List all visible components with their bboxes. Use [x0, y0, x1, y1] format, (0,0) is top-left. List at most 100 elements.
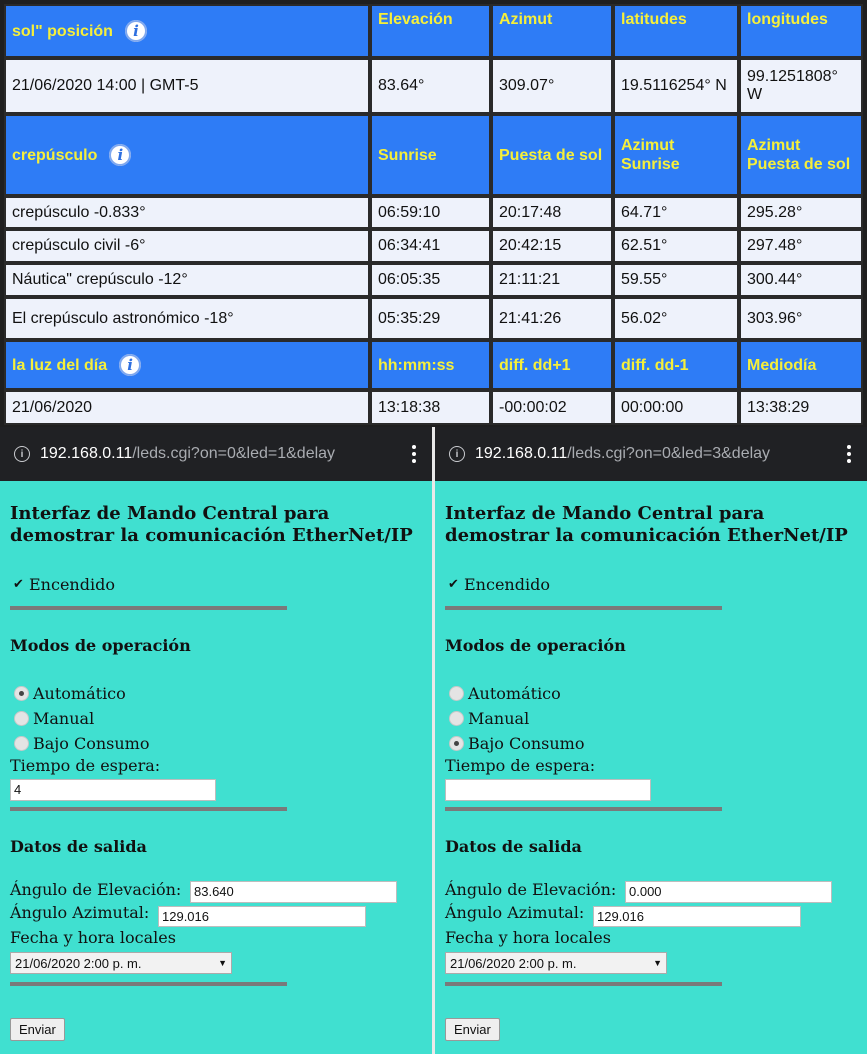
divider [10, 606, 287, 610]
info-icon[interactable]: i [119, 354, 142, 376]
radio-unselected-icon[interactable] [449, 711, 464, 726]
radio-automatico[interactable]: Automático [14, 684, 126, 703]
twilight-az-sunrise: 59.55° [613, 263, 739, 297]
site-info-icon[interactable]: i [14, 446, 30, 462]
twilight-az-sunset: 295.28° [739, 196, 863, 229]
divider [10, 982, 287, 986]
url-bar[interactable]: i 192.168.0.11/leds.cgi?on=0&led=1&delay [0, 427, 432, 481]
header-sunset: Puesta de sol [491, 114, 613, 196]
radio-bajo-consumo[interactable]: Bajo Consumo [14, 734, 149, 753]
radio-label: Automático [33, 684, 126, 703]
position-latitude: 19.5116254° N [613, 58, 739, 114]
daylight-noon: 13:38:29 [739, 390, 863, 425]
radio-automatico[interactable]: Automático [449, 684, 561, 703]
radio-label: Automático [468, 684, 561, 703]
radio-unselected-icon[interactable] [14, 711, 29, 726]
info-icon[interactable]: i [109, 144, 132, 166]
url-bar[interactable]: i 192.168.0.11/leds.cgi?on=0&led=3&delay [435, 427, 867, 481]
twilight-az-sunrise: 62.51° [613, 229, 739, 263]
submit-button[interactable]: Enviar [10, 1018, 65, 1041]
elevation-input[interactable]: 0.000 [625, 881, 832, 903]
position-longitude: 99.1251808° W [739, 58, 863, 114]
modes-heading: Modos de operación [10, 636, 191, 655]
url-host: 192.168.0.11 [40, 445, 133, 462]
radio-label: Bajo Consumo [33, 734, 150, 753]
site-info-icon[interactable]: i [449, 446, 465, 462]
wait-input[interactable]: 4 [10, 779, 216, 801]
encendido-checkbox-row[interactable]: ✔ Encendido [12, 575, 115, 594]
azimuth-input[interactable]: 129.016 [158, 906, 366, 927]
azimuth-label: Ángulo Azimutal: [10, 903, 150, 922]
datetime-select-value: 21/06/2020 2:00 p. m. [450, 955, 577, 971]
twilight-az-sunrise: 56.02° [613, 297, 739, 340]
radio-manual[interactable]: Manual [14, 709, 94, 728]
twilight-az-sunset: 300.44° [739, 263, 863, 297]
radio-label: Manual [33, 709, 95, 728]
twilight-name: crepúsculo -0.833° [4, 196, 370, 229]
header-diff-plus: diff. dd+1 [491, 340, 613, 390]
datetime-select-value: 21/06/2020 2:00 p. m. [15, 955, 142, 971]
header-daylight: la luz del día i [4, 340, 370, 390]
kebab-menu-icon[interactable] [412, 445, 416, 463]
divider [445, 807, 722, 811]
twilight-sunrise: 05:35:29 [370, 297, 491, 340]
twilight-sunset: 21:41:26 [491, 297, 613, 340]
header-sunrise: Sunrise [370, 114, 491, 196]
azimuth-input[interactable]: 129.016 [593, 906, 801, 927]
submit-button[interactable]: Enviar [445, 1018, 500, 1041]
twilight-name: crepúsculo civil -6° [4, 229, 370, 263]
modes-heading: Modos de operación [445, 636, 626, 655]
twilight-sunset: 20:17:48 [491, 196, 613, 229]
browser-pane-left: i 192.168.0.11/leds.cgi?on=0&led=1&delay… [0, 427, 432, 1054]
twilight-az-sunset: 303.96° [739, 297, 863, 340]
checkbox-label: Encendido [29, 575, 115, 594]
datetime-select[interactable]: 21/06/2020 2:00 p. m. ▼ [445, 952, 667, 974]
wait-label: Tiempo de espera: [445, 756, 596, 775]
header-azimuth-sunrise: Azimut Sunrise [613, 114, 739, 196]
daylight-diff-plus: -00:00:02 [491, 390, 613, 425]
daylight-date: 21/06/2020 [4, 390, 370, 425]
datetime-label: Fecha y hora locales [445, 928, 611, 947]
position-datetime: 21/06/2020 14:00 | GMT-5 [4, 58, 370, 114]
radio-unselected-icon[interactable] [14, 736, 29, 751]
header-elevation: Elevación [370, 4, 491, 58]
header-longitude: longitudes [739, 4, 863, 58]
daylight-diff-minus: 00:00:00 [613, 390, 739, 425]
page-title: Interfaz de Mando Central para demostrar… [445, 503, 865, 547]
position-elevation: 83.64° [370, 58, 491, 114]
dropdown-arrow-icon: ▼ [218, 958, 227, 968]
elevation-label: Ángulo de Elevación: [445, 880, 617, 899]
encendido-checkbox-row[interactable]: ✔ Encendido [447, 575, 550, 594]
checkbox-label: Encendido [464, 575, 550, 594]
elevation-input[interactable]: 83.640 [190, 881, 397, 903]
twilight-sunset: 21:11:21 [491, 263, 613, 297]
header-noon: Mediodía [739, 340, 863, 390]
output-heading: Datos de salida [10, 837, 147, 856]
datetime-select[interactable]: 21/06/2020 2:00 p. m. ▼ [10, 952, 232, 974]
url-path: /leds.cgi?on=0&led=1&delay [132, 445, 336, 462]
header-duration: hh:mm:ss [370, 340, 491, 390]
twilight-az-sunset: 297.48° [739, 229, 863, 263]
url-host: 192.168.0.11 [475, 445, 568, 462]
radio-selected-icon[interactable] [449, 736, 464, 751]
daylight-duration: 13:18:38 [370, 390, 491, 425]
info-icon[interactable]: i [124, 20, 147, 42]
twilight-name: Náutica" crepúsculo -12° [4, 263, 370, 297]
wait-input[interactable] [445, 779, 651, 801]
twilight-sunrise: 06:05:35 [370, 263, 491, 297]
checkbox-checked-icon[interactable]: ✔ [12, 577, 25, 592]
page-title-line1: Interfaz de Mando Central para [10, 503, 330, 524]
kebab-menu-icon[interactable] [847, 445, 851, 463]
radio-label: Bajo Consumo [468, 734, 585, 753]
radio-unselected-icon[interactable] [449, 686, 464, 701]
checkbox-checked-icon[interactable]: ✔ [447, 577, 460, 592]
divider [10, 807, 287, 811]
radio-bajo-consumo[interactable]: Bajo Consumo [449, 734, 584, 753]
twilight-az-sunrise: 64.71° [613, 196, 739, 229]
radio-manual[interactable]: Manual [449, 709, 529, 728]
header-latitude: latitudes [613, 4, 739, 58]
header-sun-position-label: sol" posición [12, 22, 113, 40]
radio-selected-icon[interactable] [14, 686, 29, 701]
wait-label: Tiempo de espera: [10, 756, 161, 775]
header-azimuth: Azimut [491, 4, 613, 58]
